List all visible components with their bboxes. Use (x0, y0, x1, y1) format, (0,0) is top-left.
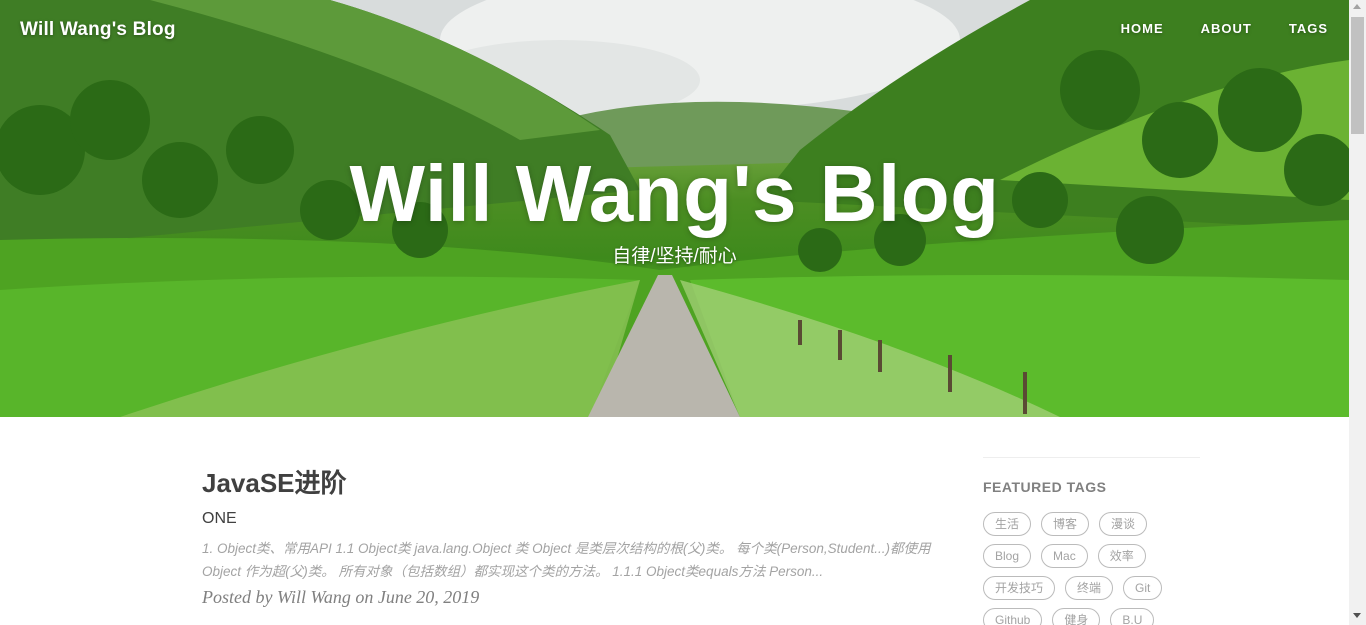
scroll-up-arrow-icon[interactable] (1353, 4, 1361, 9)
nav-home-link[interactable]: HOME (1084, 21, 1164, 36)
tag-link[interactable]: 终端 (1065, 576, 1114, 600)
hero-subtitle: 自律/坚持/耐心 (612, 246, 737, 267)
scrollbar-thumb[interactable] (1351, 17, 1364, 134)
tag-link[interactable]: 漫谈 (1099, 512, 1148, 536)
tag-link[interactable]: Git (1123, 576, 1163, 600)
hero-title: Will Wang's Blog (349, 149, 1000, 238)
site-brand-link[interactable]: Will Wang's Blog (20, 19, 176, 41)
tag-cloud: 生活 博客 漫谈 Blog Mac 效率 开发技巧 终端 Git Github … (983, 512, 1200, 625)
tag-link[interactable]: 博客 (1041, 512, 1090, 536)
tag-link[interactable]: 生活 (983, 512, 1032, 536)
post-excerpt[interactable]: 1. Object类、常用API 1.1 Object类 java.lang.O… (202, 537, 950, 583)
tag-link[interactable]: Github (983, 608, 1043, 625)
post-title[interactable]: JavaSE进阶 (202, 466, 950, 500)
post-preview[interactable]: JavaSE进阶 ONE 1. Object类、常用API 1.1 Object… (202, 466, 950, 609)
tag-link[interactable]: 开发技巧 (983, 576, 1056, 600)
tag-link[interactable]: 效率 (1097, 544, 1146, 568)
hero-banner: Will Wang's Blog HOME ABOUT TAGS Will Wa… (0, 0, 1349, 417)
post-subtitle[interactable]: ONE (202, 509, 950, 529)
featured-tags-section: FEATURED TAGS 生活 博客 漫谈 Blog Mac 效率 开发技巧 … (983, 457, 1200, 625)
nav-about-link[interactable]: ABOUT (1164, 21, 1252, 36)
nav-tags-link[interactable]: TAGS (1252, 21, 1328, 36)
tag-link[interactable]: Mac (1041, 544, 1088, 568)
featured-tags-heading: FEATURED TAGS (983, 479, 1107, 495)
post-meta: Posted by Will Wang on June 20, 2019 (202, 587, 480, 607)
scroll-down-arrow-icon[interactable] (1353, 613, 1361, 618)
tag-link[interactable]: Blog (983, 544, 1032, 568)
tag-link[interactable]: B.U (1110, 608, 1155, 625)
vertical-scrollbar[interactable] (1349, 0, 1366, 625)
main-nav: HOME ABOUT TAGS (1084, 21, 1328, 36)
tag-link[interactable]: 健身 (1052, 608, 1101, 625)
